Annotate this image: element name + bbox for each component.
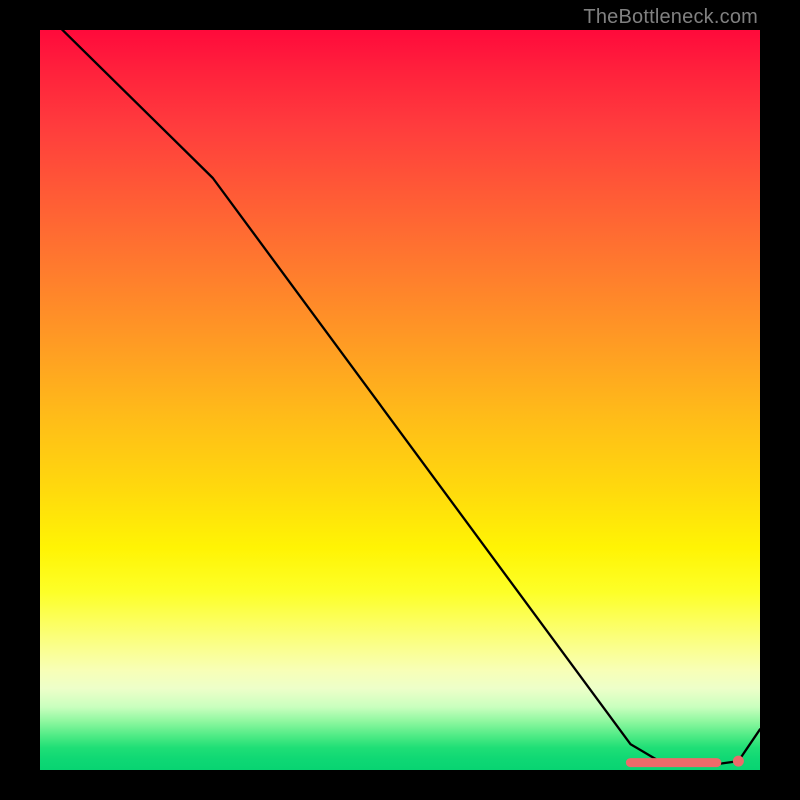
bottleneck-curve	[40, 8, 760, 764]
attribution-text: TheBottleneck.com	[583, 6, 758, 29]
plot-svg	[40, 30, 760, 770]
plot-area	[40, 30, 760, 770]
chart-frame: TheBottleneck.com	[0, 0, 800, 800]
optimal-point-marker	[733, 756, 744, 767]
